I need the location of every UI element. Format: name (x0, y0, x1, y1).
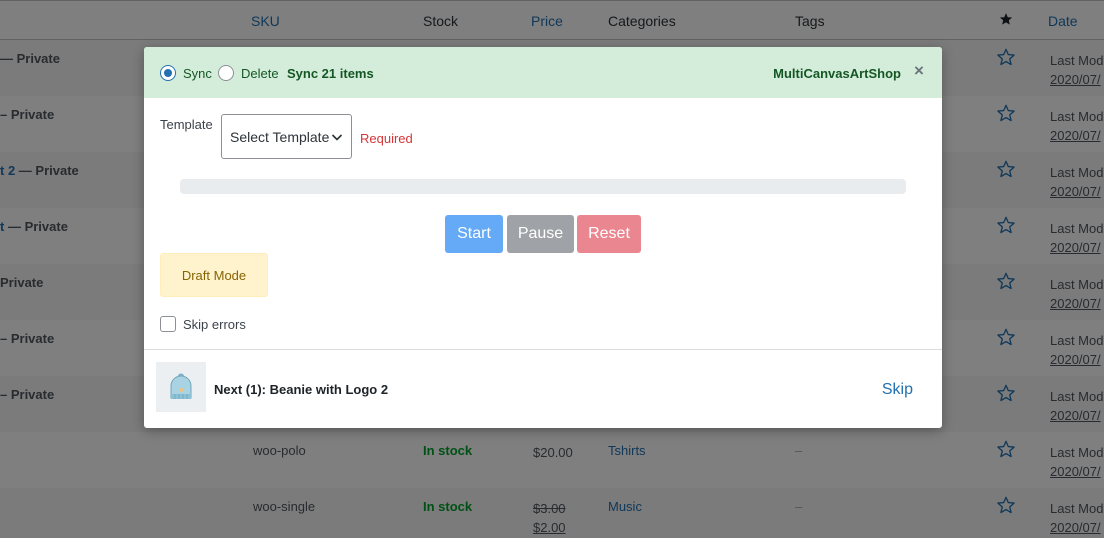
start-button[interactable]: Start (445, 215, 503, 253)
draft-mode-badge: Draft Mode (160, 253, 268, 297)
product-thumbnail (156, 362, 206, 412)
skip-errors-label[interactable]: Skip errors (183, 317, 246, 332)
template-select-value: Select Template (230, 128, 330, 145)
shop-name: MultiCanvasArtShop (773, 66, 901, 81)
template-label: Template (160, 117, 213, 132)
divider (144, 349, 942, 350)
skip-errors-checkbox[interactable] (160, 316, 176, 332)
close-icon[interactable]: × (912, 62, 926, 80)
modal-header: Sync Delete Sync 21 items MultiCanvasArt… (144, 47, 942, 98)
progress-bar (180, 179, 906, 194)
template-select[interactable]: Select Template (221, 114, 352, 159)
sync-radio[interactable] (160, 65, 176, 81)
sync-radio-label[interactable]: Sync (183, 66, 212, 81)
delete-radio-label[interactable]: Delete (241, 66, 279, 81)
skip-link[interactable]: Skip (882, 381, 913, 399)
sync-count: Sync 21 items (287, 66, 374, 81)
required-text: Required (360, 131, 413, 146)
delete-radio[interactable] (218, 65, 234, 81)
chevron-down-icon (331, 134, 343, 141)
reset-button[interactable]: Reset (577, 215, 641, 253)
sync-modal: Sync Delete Sync 21 items MultiCanvasArt… (144, 47, 942, 428)
next-product-label: Next (1): Beanie with Logo 2 (214, 382, 389, 397)
beanie-icon (170, 373, 192, 399)
pause-button[interactable]: Pause (507, 215, 574, 253)
